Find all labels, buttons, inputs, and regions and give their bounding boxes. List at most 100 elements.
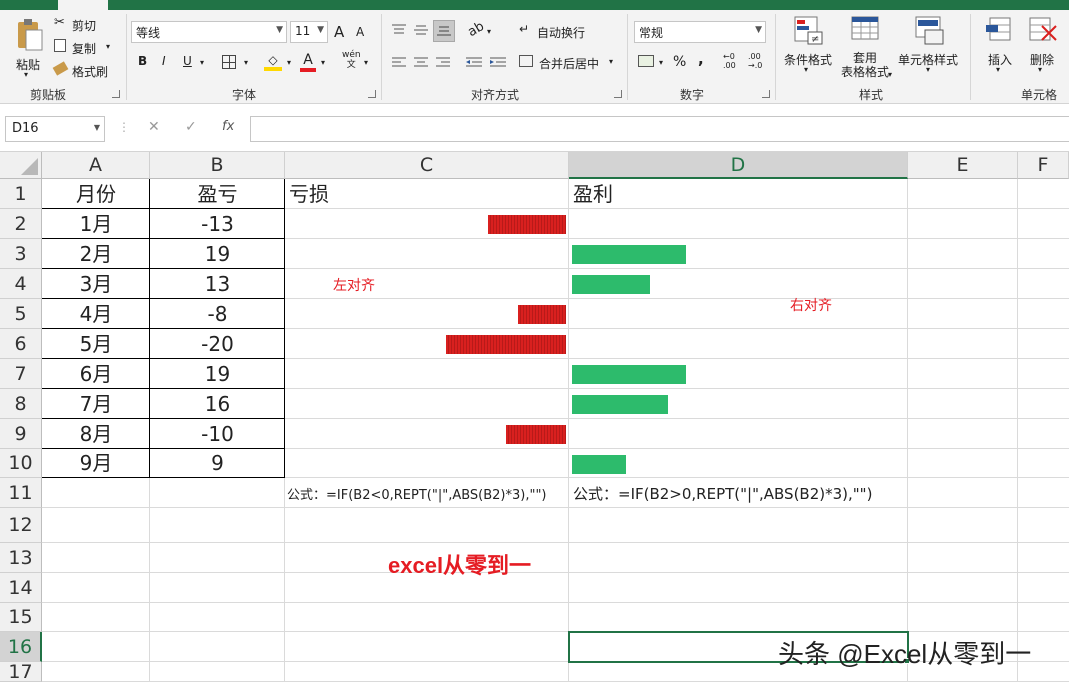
cell-b2[interactable]: -13 — [150, 209, 285, 239]
function-icon[interactable]: fx — [222, 119, 234, 134]
top-align-icon[interactable] — [392, 24, 406, 36]
format-painter-button[interactable]: 格式刷 — [52, 61, 114, 79]
currency-icon[interactable] — [638, 55, 654, 67]
paste-icon — [18, 19, 43, 51]
column-header-a[interactable]: A — [42, 152, 150, 179]
bold-button[interactable]: B — [138, 54, 147, 68]
border-icon[interactable] — [222, 55, 236, 69]
column-header-d[interactable]: D — [569, 152, 908, 179]
row-header-2[interactable]: 2 — [0, 209, 42, 239]
grow-font-button[interactable]: A — [334, 23, 344, 41]
row-header-17[interactable]: 17 — [0, 662, 42, 682]
format-as-table-button[interactable]: 套用 表格格式 ▾ — [836, 14, 896, 84]
font-size-select[interactable]: 11 ▼ — [290, 21, 328, 43]
sheet-title: excel从零到一 — [388, 553, 532, 578]
cell-b6[interactable]: -20 — [150, 329, 285, 359]
align-center-icon[interactable] — [414, 57, 428, 69]
cell-a3[interactable]: 2月 — [42, 239, 150, 269]
row-header-10[interactable]: 10 — [0, 449, 42, 478]
decrease-decimal-icon[interactable]: .00 →.0 — [748, 52, 762, 70]
column-header-f[interactable]: F — [1018, 152, 1069, 179]
row-header-14[interactable]: 14 — [0, 573, 42, 603]
row-header-16[interactable]: 16 — [0, 632, 42, 662]
conditional-format-button[interactable]: ≠ 条件格式 ▾ — [782, 14, 834, 84]
align-right-icon[interactable] — [436, 57, 450, 69]
dialog-launcher-icon[interactable] — [368, 90, 376, 98]
merge-center-button[interactable]: 合并后居中 ▾ — [519, 53, 623, 71]
percent-button[interactable]: % — [673, 54, 686, 70]
cell-a2[interactable]: 1月 — [42, 209, 150, 239]
row-header-8[interactable]: 8 — [0, 389, 42, 419]
cell-b3[interactable]: 19 — [150, 239, 285, 269]
dialog-launcher-icon[interactable] — [762, 90, 770, 98]
fill-color-icon[interactable]: ◇ — [264, 53, 282, 71]
comma-button[interactable]: , — [698, 50, 704, 68]
select-all-corner[interactable] — [0, 152, 42, 179]
name-box[interactable]: D16 ▼ — [5, 116, 105, 142]
cell-b10[interactable]: 9 — [150, 449, 285, 478]
cell-c11[interactable]: 公式：=IF(B2<0,REPT("|",ABS(B2)*3),"") — [287, 484, 547, 503]
cell-a9[interactable]: 8月 — [42, 419, 150, 449]
row-header-12[interactable]: 12 — [0, 508, 42, 543]
font-name-select[interactable]: 等线 ▼ — [131, 21, 287, 43]
row-header-15[interactable]: 15 — [0, 603, 42, 632]
decrease-indent-icon[interactable] — [466, 57, 482, 69]
phonetic-button[interactable]: wén 文 — [342, 50, 361, 70]
increase-indent-icon[interactable] — [490, 57, 506, 69]
middle-align-icon[interactable] — [414, 24, 428, 36]
row-header-7[interactable]: 7 — [0, 359, 42, 389]
column-header-c[interactable]: C — [285, 152, 569, 179]
cell-d1[interactable]: 盈利 — [573, 179, 773, 209]
italic-button[interactable]: I — [162, 54, 166, 68]
formula-bar: D16 ▼ ⋮ ✕ ✓ fx — [0, 104, 1069, 152]
cell-b4[interactable]: 13 — [150, 269, 285, 299]
column-header-b[interactable]: B — [150, 152, 285, 179]
cell-a8[interactable]: 7月 — [42, 389, 150, 419]
row-header-1[interactable]: 1 — [0, 179, 42, 209]
row-header-13[interactable]: 13 — [0, 543, 42, 573]
row-header-3[interactable]: 3 — [0, 239, 42, 269]
row-header-11[interactable]: 11 — [0, 478, 42, 508]
number-format-select[interactable]: 常规 ▼ — [634, 21, 766, 43]
enter-icon[interactable]: ✓ — [185, 119, 197, 135]
cell-a10[interactable]: 9月 — [42, 449, 150, 478]
chevron-down-icon: ▾ — [24, 70, 29, 79]
table-style-icon — [851, 16, 879, 40]
dialog-launcher-icon[interactable] — [112, 90, 120, 98]
copy-button[interactable]: 复制 ▾ — [54, 38, 114, 56]
cell-b7[interactable]: 19 — [150, 359, 285, 389]
cell-b9[interactable]: -10 — [150, 419, 285, 449]
cell-b1[interactable]: 盈亏 — [150, 179, 285, 209]
increase-decimal-icon[interactable]: ←0.00 — [723, 52, 736, 70]
row-header-9[interactable]: 9 — [0, 419, 42, 449]
bottom-align-button[interactable] — [433, 20, 455, 42]
font-color-button[interactable]: A — [300, 52, 316, 72]
row-header-5[interactable]: 5 — [0, 299, 42, 329]
formula-input[interactable] — [250, 116, 1069, 142]
cut-button[interactable]: ✂ 剪切 — [54, 15, 114, 33]
insert-button[interactable]: 插入 ▾ — [980, 14, 1020, 84]
cell-a6[interactable]: 5月 — [42, 329, 150, 359]
cell-a5[interactable]: 4月 — [42, 299, 150, 329]
orientation-icon[interactable]: ab — [465, 19, 487, 40]
row-header-4[interactable]: 4 — [0, 269, 42, 299]
shrink-font-button[interactable]: A — [356, 25, 364, 39]
cancel-icon[interactable]: ✕ — [148, 119, 160, 135]
wrap-text-button[interactable]: ↵ 自动换行 — [519, 22, 609, 40]
dialog-launcher-icon[interactable] — [614, 90, 622, 98]
row-header-6[interactable]: 6 — [0, 329, 42, 359]
underline-button[interactable]: U — [183, 54, 192, 68]
cell-a4[interactable]: 3月 — [42, 269, 150, 299]
cell-c1[interactable]: 亏损 — [289, 179, 489, 209]
cell-a7[interactable]: 6月 — [42, 359, 150, 389]
column-header-e[interactable]: E — [908, 152, 1018, 179]
delete-button[interactable]: 删除 ▾ — [1022, 14, 1062, 84]
cell-b5[interactable]: -8 — [150, 299, 285, 329]
cell-styles-button[interactable]: 单元格样式 ▾ — [898, 14, 962, 84]
cell-b8[interactable]: 16 — [150, 389, 285, 419]
active-tab[interactable] — [58, 0, 108, 10]
cell-a1[interactable]: 月份 — [42, 179, 150, 209]
align-left-icon[interactable] — [392, 57, 406, 69]
paste-button[interactable]: 粘贴 ▾ — [12, 16, 46, 80]
cell-d11[interactable]: 公式：=IF(B2>0,REPT("|",ABS(B2)*3),"") — [573, 483, 872, 504]
